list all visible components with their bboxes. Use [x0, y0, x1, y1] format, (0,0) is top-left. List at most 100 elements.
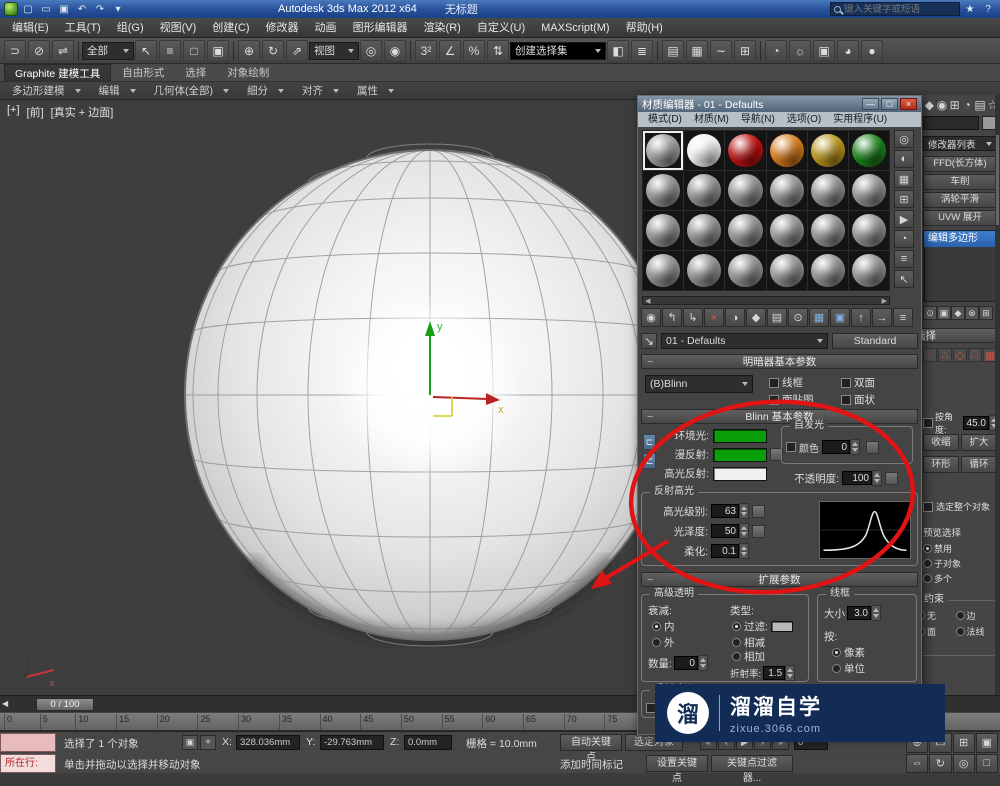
trackbar-left-arrow-icon[interactable]: ◀ — [2, 699, 8, 708]
motion-tab-icon[interactable]: ◔ — [961, 98, 974, 112]
polygon-subobject-icon[interactable]: □ — [968, 348, 982, 362]
create-tab-icon[interactable]: ◆ — [923, 98, 936, 112]
menu-edit[interactable]: 编辑(E) — [4, 18, 57, 38]
opacity-spinner[interactable] — [872, 470, 882, 486]
specular-color-swatch[interactable] — [713, 467, 767, 481]
ribbon-panel-polygon-modeling[interactable]: 多边形建模 — [4, 83, 89, 98]
favorites-star-icon[interactable]: ★ — [962, 2, 978, 16]
soften-value[interactable]: 0.1 — [711, 544, 739, 558]
self-illumination-spinner[interactable] — [850, 439, 860, 455]
me-menu-utilities[interactable]: 实用程序(U) — [827, 112, 893, 127]
material-sample-slot[interactable] — [725, 171, 765, 210]
help-search-box[interactable] — [830, 2, 960, 16]
menu-create[interactable]: 创建(C) — [204, 18, 257, 38]
make-unique-icon[interactable]: ◆ — [746, 308, 766, 327]
ribbon-panel-subdivision[interactable]: 细分 — [239, 83, 292, 98]
graphite-toggle-icon[interactable]: ▦ — [686, 40, 708, 62]
amount-spinner[interactable] — [698, 655, 708, 671]
bind-to-space-warp-icon[interactable]: ⇌ — [52, 40, 74, 62]
ribbon-tab-selection[interactable]: 选择 — [175, 64, 216, 81]
qat-dropdown-icon[interactable]: ▾ — [110, 2, 126, 16]
hierarchy-tab-icon[interactable]: ⊞ — [948, 98, 961, 112]
object-color-swatch[interactable] — [982, 116, 996, 130]
material-sample-slot[interactable] — [643, 251, 683, 290]
search-input[interactable] — [844, 4, 944, 15]
rendered-frame-window-icon[interactable]: ▣ — [813, 40, 835, 62]
preview-multi-radio[interactable] — [923, 574, 932, 583]
me-menu-material[interactable]: 材质(M) — [688, 112, 735, 127]
menu-customize[interactable]: 自定义(U) — [469, 18, 533, 38]
zoom-region-icon[interactable]: ▣ — [976, 733, 998, 753]
menu-views[interactable]: 视图(V) — [152, 18, 205, 38]
wire-size-spinner[interactable] — [871, 605, 881, 621]
self-illumination-value[interactable]: 0 — [822, 440, 850, 454]
x-coordinate-field[interactable]: 328.036mm — [236, 735, 300, 750]
two-sided-checkbox[interactable] — [841, 378, 851, 388]
pick-material-from-object-icon[interactable]: ↘ — [641, 333, 657, 349]
reference-coordinate-dropdown[interactable]: 视图 — [309, 42, 359, 60]
material-sample-slot[interactable] — [808, 131, 848, 170]
object-name-field[interactable] — [923, 116, 979, 130]
modifier-stack-selected-item[interactable]: 编辑多边形 — [924, 231, 996, 247]
window-crossing-icon[interactable]: ▣ — [207, 40, 229, 62]
render-production-icon[interactable]: ◕ — [837, 40, 859, 62]
vertex-subobject-icon[interactable]: · — [923, 348, 937, 362]
undo-icon[interactable]: ↶ — [74, 2, 90, 16]
save-file-icon[interactable]: ▣ — [56, 2, 72, 16]
falloff-in-radio[interactable] — [652, 622, 661, 631]
zoom-extents-icon[interactable]: ⊞ — [953, 733, 975, 753]
maximize-viewport-icon[interactable]: □ — [976, 754, 998, 774]
mirror-icon[interactable]: ◧ — [607, 40, 629, 62]
minimize-icon[interactable]: — — [862, 98, 879, 110]
shrink-button[interactable]: 收缩 — [923, 434, 959, 451]
use-pivot-center-icon[interactable]: ◎ — [360, 40, 382, 62]
filter-color-swatch[interactable] — [771, 621, 793, 632]
menu-rendering[interactable]: 渲染(R) — [416, 18, 469, 38]
specular-level-spinner[interactable] — [739, 503, 749, 519]
ior-spinner[interactable] — [785, 665, 795, 681]
options-icon[interactable]: ≡ — [894, 250, 914, 268]
angle-snap-icon[interactable]: ∠ — [439, 40, 461, 62]
modifier-button-ffd-box[interactable]: FFD(长方体) — [923, 156, 997, 172]
make-preview-icon[interactable]: ◔ — [894, 230, 914, 248]
go-to-sibling-icon[interactable]: → — [872, 308, 892, 327]
viewport-menu-shading[interactable]: [真实 + 边面] — [51, 104, 114, 120]
material-sample-slot[interactable] — [849, 131, 889, 170]
add-time-tag[interactable]: 添加时间标记 — [560, 757, 623, 772]
select-and-manipulate-icon[interactable]: ◉ — [384, 40, 406, 62]
go-to-parent-icon[interactable]: ↑ — [851, 308, 871, 327]
specular-level-value[interactable]: 63 — [711, 504, 739, 518]
backlight-icon[interactable]: ◐ — [894, 150, 914, 168]
unlink-selection-icon[interactable]: ⊘ — [28, 40, 50, 62]
ribbon-tab-object-paint[interactable]: 对象绘制 — [217, 64, 279, 81]
material-editor-window[interactable]: 材质编辑器 - 01 - Defaults — □ × 模式(D) 材质(M) … — [637, 95, 922, 735]
material-editor-titlebar[interactable]: 材质编辑器 - 01 - Defaults — □ × — [638, 96, 921, 112]
assign-material-to-selection-icon[interactable]: ↳ — [683, 308, 703, 327]
render-iterative-icon[interactable]: ● — [861, 40, 883, 62]
constraint-edge-radio[interactable] — [956, 611, 965, 620]
amount-value[interactable]: 0 — [674, 656, 698, 670]
pan-icon[interactable]: ⇔ — [906, 754, 928, 774]
preview-subobject-radio[interactable] — [923, 559, 932, 568]
border-subobject-icon[interactable]: ◇ — [953, 348, 967, 362]
opacity-map-button[interactable] — [885, 472, 898, 485]
material-sample-slot[interactable] — [684, 171, 724, 210]
maximize-icon[interactable]: □ — [881, 98, 898, 110]
self-illumination-color-checkbox[interactable] — [786, 442, 796, 452]
ring-button[interactable]: 环形 — [923, 456, 959, 473]
menu-tools[interactable]: 工具(T) — [57, 18, 109, 38]
subtractive-radio[interactable] — [732, 638, 741, 647]
ribbon-panel-edit[interactable]: 编辑 — [91, 83, 144, 98]
redo-icon[interactable]: ↷ — [92, 2, 108, 16]
preview-off-radio[interactable] — [923, 544, 932, 553]
curve-editor-icon[interactable]: ∼ — [710, 40, 732, 62]
material-sample-slot[interactable] — [725, 211, 765, 250]
rectangular-region-icon[interactable]: □ — [183, 40, 205, 62]
y-coordinate-field[interactable]: -29.763mm — [320, 735, 384, 750]
diffuse-color-swatch[interactable] — [713, 448, 767, 462]
scroll-left-icon[interactable]: ◀ — [645, 297, 650, 305]
menu-animation[interactable]: 动画 — [307, 18, 345, 38]
background-icon[interactable]: ▦ — [894, 170, 914, 188]
units-radio[interactable] — [832, 664, 841, 673]
command-panel-scrollbar[interactable] — [995, 95, 1000, 695]
